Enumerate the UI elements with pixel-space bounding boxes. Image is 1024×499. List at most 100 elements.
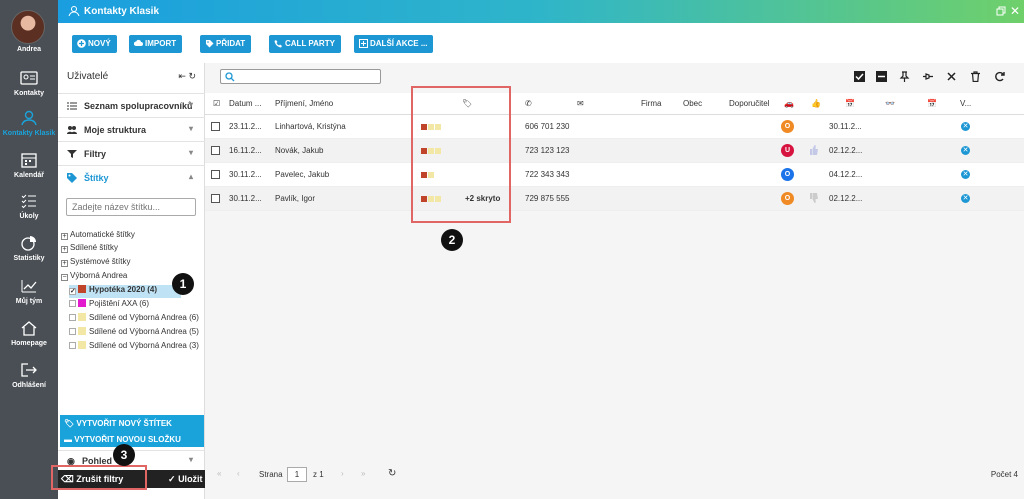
table-row[interactable]: 16.11.2... Novák, Jakub 723 123 123 U 02… bbox=[205, 139, 1024, 163]
expand-icon[interactable]: + bbox=[61, 260, 68, 267]
nav-item-kontakty-klasik[interactable]: Kontakty Klasik bbox=[0, 106, 58, 144]
import-button[interactable]: IMPORT bbox=[129, 35, 183, 53]
col-phone-phone-icon[interactable]: ✆ bbox=[525, 99, 532, 108]
row-checkbox[interactable] bbox=[211, 170, 220, 179]
col-glasses-icon[interactable]: 👓 bbox=[885, 99, 895, 108]
prev-page-icon[interactable]: ‹ bbox=[237, 469, 240, 478]
check-all-icon[interactable] bbox=[854, 71, 865, 82]
tag-label: Hypotéka 2020 (4) bbox=[89, 285, 158, 294]
tag-checkbox[interactable] bbox=[69, 300, 76, 307]
col-date[interactable]: Datum ... bbox=[229, 99, 261, 108]
close-icon[interactable] bbox=[946, 71, 957, 82]
nav-item-kalendar[interactable]: Kalendář bbox=[0, 148, 58, 186]
nav-item-homepage[interactable]: Homepage bbox=[0, 316, 58, 354]
nav-item-odhlaseni[interactable]: Odhlášení bbox=[0, 358, 58, 396]
row-phone[interactable]: 729 875 555 bbox=[525, 194, 570, 203]
collapse-panel-icon[interactable]: ⇤ bbox=[178, 71, 186, 81]
select-all-checkbox-icon[interactable]: ☑ bbox=[213, 99, 220, 108]
expand-icon[interactable]: + bbox=[61, 246, 68, 253]
search-input[interactable] bbox=[220, 69, 381, 84]
grid-tools bbox=[854, 71, 1014, 83]
nav-item-muj-tym[interactable]: Můj tým bbox=[0, 274, 58, 312]
page-input[interactable]: 1 bbox=[287, 467, 307, 482]
remove-circle-icon[interactable]: ✕ bbox=[961, 194, 970, 203]
close-window-icon[interactable]: ✕ bbox=[1010, 4, 1020, 18]
tree-node-vyborna-andrea[interactable]: − Výborná Andrea bbox=[61, 271, 127, 283]
col-name[interactable]: Příjmení, Jméno bbox=[275, 99, 333, 108]
first-page-icon[interactable]: « bbox=[217, 469, 221, 478]
unpin-icon[interactable] bbox=[922, 71, 933, 82]
create-folder-button[interactable]: ▬ VYTVOŘIT NOVOU SLOŽKU bbox=[60, 431, 204, 447]
tag-checkbox[interactable] bbox=[69, 328, 76, 335]
nav-item-kontakty[interactable]: Kontakty bbox=[0, 66, 58, 104]
refresh-icon[interactable]: ↻ bbox=[388, 468, 396, 479]
avatar[interactable] bbox=[11, 10, 45, 44]
nav-item-ukoly[interactable]: Úkoly bbox=[0, 189, 58, 227]
row-checkbox[interactable] bbox=[211, 122, 220, 131]
plus-circle-icon bbox=[77, 39, 86, 48]
section-label: Seznam spolupracovníků bbox=[84, 101, 193, 111]
tree-node-systemove[interactable]: + Systémové štítky bbox=[61, 257, 130, 269]
restore-window-icon[interactable] bbox=[996, 6, 1006, 16]
tag-checkbox[interactable] bbox=[69, 342, 76, 349]
tag-item-sdilene-6[interactable]: Sdílené od Výborná Andrea (6) bbox=[69, 313, 199, 326]
row-checkbox[interactable] bbox=[211, 146, 220, 155]
save-button[interactable]: ✓ Uložit bbox=[168, 474, 203, 485]
section-moje-struktura[interactable]: Moje struktura ▾ bbox=[58, 117, 205, 141]
next-page-icon[interactable]: › bbox=[341, 469, 344, 478]
table-row[interactable]: 30.11.2... Pavlík, Igor +2 skryto 729 87… bbox=[205, 187, 1024, 211]
section-stitky[interactable]: Štítky ▴ bbox=[58, 165, 205, 189]
person-icon bbox=[21, 110, 37, 126]
create-folder-label: VYTVOŘIT NOVOU SLOŽKU bbox=[74, 435, 181, 444]
col-calendar-icon[interactable]: 📅 bbox=[845, 99, 855, 108]
remove-circle-icon[interactable]: ✕ bbox=[961, 122, 970, 131]
tag-checkbox[interactable] bbox=[69, 314, 76, 321]
col-company[interactable]: Firma bbox=[641, 99, 661, 108]
row-name[interactable]: Novák, Jakub bbox=[275, 146, 323, 155]
filter-icon bbox=[67, 150, 77, 158]
tag-item-sdilene-5[interactable]: Sdílené od Výborná Andrea (5) bbox=[69, 327, 199, 340]
col-car-icon[interactable]: 🚗 bbox=[784, 99, 794, 108]
col-v[interactable]: V... bbox=[960, 99, 971, 108]
col-city[interactable]: Obec bbox=[683, 99, 702, 108]
refresh-icon[interactable]: ↻ bbox=[188, 71, 196, 81]
col-calendar-check-icon[interactable]: 📅 bbox=[927, 99, 937, 108]
table-row[interactable]: 30.11.2... Pavelec, Jakub 722 343 343 O … bbox=[205, 163, 1024, 187]
expand-icon[interactable]: + bbox=[61, 233, 68, 240]
row-phone[interactable]: 722 343 343 bbox=[525, 170, 570, 179]
col-like-thumb-icon[interactable]: 👍 bbox=[811, 99, 821, 108]
tag-checkbox[interactable]: ✓ bbox=[69, 288, 76, 295]
new-button[interactable]: NOVÝ bbox=[72, 35, 117, 53]
nav-item-statistiky[interactable]: Statistiky bbox=[0, 231, 58, 269]
row-phone[interactable]: 723 123 123 bbox=[525, 146, 570, 155]
col-referrer[interactable]: Doporučitel bbox=[729, 99, 769, 108]
table-row[interactable]: 23.11.2... Linhartová, Kristýna 606 701 … bbox=[205, 115, 1024, 139]
last-page-icon[interactable]: » bbox=[361, 469, 365, 478]
add-tag-button[interactable]: PŘIDAT bbox=[200, 35, 252, 53]
call-party-button[interactable]: CALL PARTY bbox=[269, 35, 341, 53]
create-tag-button[interactable]: 🏷 VYTVOŘIT NOVÝ ŠTÍTEK bbox=[60, 415, 204, 431]
trash-icon[interactable] bbox=[970, 71, 981, 82]
collapse-icon[interactable]: − bbox=[61, 274, 68, 281]
row-phone[interactable]: 606 701 230 bbox=[525, 122, 570, 131]
col-email-envelope-icon[interactable]: ✉ bbox=[577, 99, 584, 108]
tag-item-pojisteni[interactable]: Pojištění AXA (6) bbox=[69, 299, 149, 312]
tag-color-swatch bbox=[78, 327, 86, 335]
section-spolupracovnici[interactable]: Seznam spolupracovníků ▾ bbox=[58, 93, 205, 117]
tree-node-automaticke[interactable]: + Automatické štítky bbox=[61, 230, 135, 242]
row-name[interactable]: Pavelec, Jakub bbox=[275, 170, 329, 179]
tag-item-hypoteka[interactable]: ✓ Hypotéka 2020 (4) bbox=[69, 285, 181, 298]
row-name[interactable]: Pavlík, Igor bbox=[275, 194, 315, 203]
tag-item-sdilene-3[interactable]: Sdílené od Výborná Andrea (3) bbox=[69, 341, 199, 354]
more-actions-button[interactable]: DALŠÍ AKCE ... bbox=[354, 35, 434, 53]
tag-search-input[interactable] bbox=[66, 198, 196, 216]
uncheck-all-icon[interactable] bbox=[876, 71, 887, 82]
row-name[interactable]: Linhartová, Kristýna bbox=[275, 122, 346, 131]
remove-circle-icon[interactable]: ✕ bbox=[961, 170, 970, 179]
row-checkbox[interactable] bbox=[211, 194, 220, 203]
section-filtry[interactable]: Filtry ▾ bbox=[58, 141, 205, 165]
pin-icon[interactable] bbox=[899, 71, 910, 82]
tree-node-sdilene[interactable]: + Sdílené štítky bbox=[61, 243, 118, 255]
remove-circle-icon[interactable]: ✕ bbox=[961, 146, 970, 155]
refresh-icon[interactable] bbox=[994, 71, 1005, 82]
